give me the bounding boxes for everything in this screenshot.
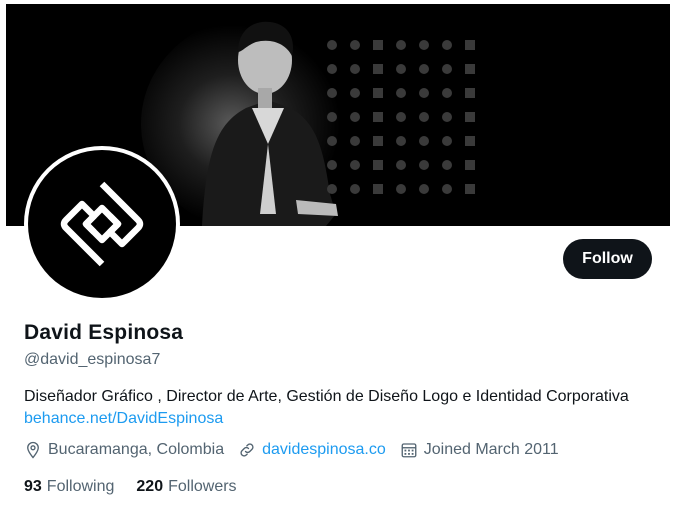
following-count: 93 — [24, 478, 42, 495]
followers-label: Followers — [168, 478, 237, 495]
following-stat[interactable]: 93 Following — [24, 478, 114, 496]
profile-meta: Bucaramanga, Colombia davidespinosa.co J… — [24, 441, 573, 459]
profile-bio: Diseñador Gráfico , Director de Arte, Ge… — [24, 386, 629, 430]
avatar-image — [28, 150, 176, 298]
profile-card: Follow David Espinosa @david_espinosa7 D… — [6, 4, 670, 522]
joined-text: Joined March 2011 — [423, 441, 559, 458]
profile-stats: 93 Following 220 Followers — [24, 478, 259, 496]
follow-button[interactable]: Follow — [563, 239, 652, 279]
joined-item: Joined March 2011 — [400, 441, 559, 459]
bio-text: Diseñador Gráfico , Director de Arte, Ge… — [24, 388, 629, 405]
website-item: davidespinosa.co — [238, 441, 386, 459]
location-text: Bucaramanga, Colombia — [48, 441, 225, 458]
location-pin-icon — [27, 441, 39, 459]
calendar-icon — [401, 443, 417, 458]
following-label: Following — [46, 478, 115, 495]
avatar[interactable] — [24, 146, 180, 302]
profile-name: David Espinosa — [24, 321, 184, 344]
profile-handle: @david_espinosa7 — [24, 351, 161, 368]
logo-icon — [60, 181, 144, 267]
location-item: Bucaramanga, Colombia — [24, 441, 224, 459]
followers-stat[interactable]: 220 Followers — [136, 478, 236, 496]
website-link[interactable]: davidespinosa.co — [262, 441, 386, 459]
bio-link[interactable]: behance.net/DavidEspinosa — [24, 410, 223, 427]
followers-count: 220 — [136, 478, 164, 495]
link-icon — [240, 443, 254, 457]
